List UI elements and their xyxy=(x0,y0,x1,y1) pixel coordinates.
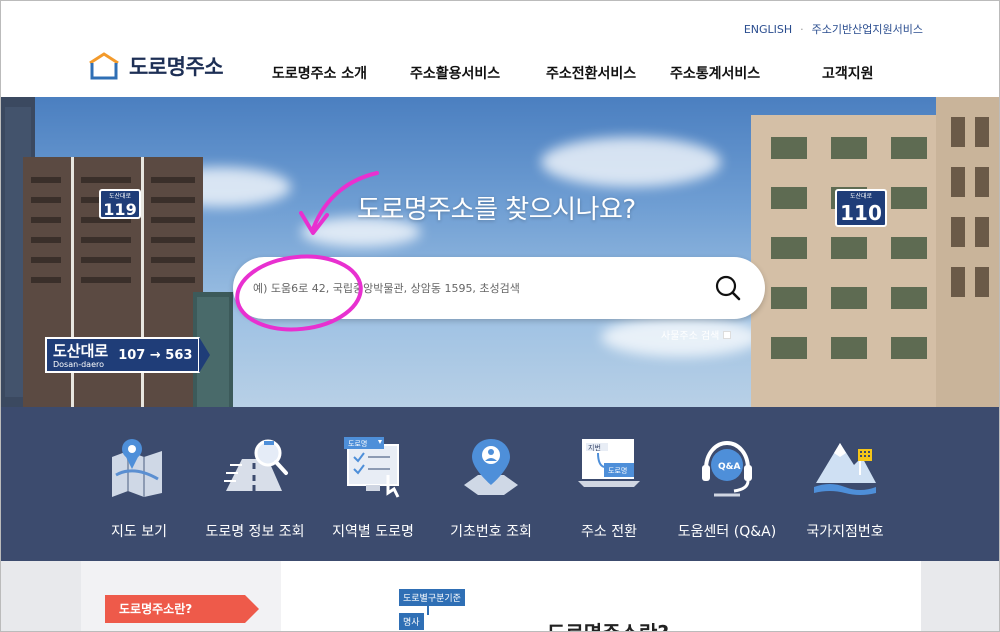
quick-national-point[interactable]: 국가지점번호 xyxy=(787,435,903,541)
road-search-icon xyxy=(224,439,288,491)
intro-content-panel: 도로명주소란? 도로별구분기준 명사 도로명주소란? xyxy=(81,561,921,631)
nav-conversion[interactable]: 주소전환서비스 xyxy=(546,63,636,83)
street-sign-119: 도산대로 119 xyxy=(99,189,141,219)
road-criteria-tag: 도로별구분기준 xyxy=(399,589,465,606)
address-convert-icon: 지번 도로명 xyxy=(578,439,640,487)
object-address-search-toggle[interactable]: 사물주소 검색 xyxy=(661,327,732,342)
separator: · xyxy=(800,22,804,36)
hero-title: 도로명주소를 찾으시나요? xyxy=(357,195,636,225)
english-link[interactable]: ENGLISH xyxy=(744,23,792,36)
address-search-input[interactable] xyxy=(253,276,693,300)
right-buildings-illustration xyxy=(751,97,999,407)
utility-links: ENGLISH · 주소기반산업지원서비스 xyxy=(744,21,923,37)
qa-icon-label: Q&A xyxy=(718,462,740,472)
intro-tag[interactable]: 도로명주소란? xyxy=(105,595,259,623)
nav-support[interactable]: 고객지원 xyxy=(822,63,874,83)
street-sign-110: 도산대로 110 xyxy=(835,189,887,227)
quick-menu: 지도 보기 도로명 정보 조회 도로명 지역별 도로명 기초번호 조회 지번 도… xyxy=(1,407,999,561)
object-address-label: 사물주소 검색 xyxy=(661,331,720,342)
industry-support-link[interactable]: 주소기반산업지원서비스 xyxy=(812,21,923,37)
main-nav: 도로명주소 소개 주소활용서비스 주소전환서비스 주소통계서비스 고객지원 xyxy=(1,63,999,83)
mountain-marker-icon xyxy=(814,443,876,495)
quick-region-roads[interactable]: 도로명 지역별 도로명 xyxy=(315,435,431,541)
content-heading: 도로명주소란? xyxy=(547,617,669,631)
region-icon-label: 도로명 xyxy=(348,439,367,448)
headset-icon: Q&A xyxy=(702,440,752,497)
convert-to-label: 도로명 xyxy=(608,466,627,475)
checkbox[interactable] xyxy=(723,330,732,339)
nav-intro[interactable]: 도로명주소 소개 xyxy=(272,63,367,83)
quick-map-view[interactable]: 지도 보기 xyxy=(81,435,197,541)
quick-address-convert[interactable]: 지번 도로명 주소 전환 xyxy=(551,435,667,541)
road-direction-sign: 도산대로 Dosan-daero 107 → 563 xyxy=(45,337,211,373)
map-icon xyxy=(112,439,162,497)
search-icon[interactable] xyxy=(713,273,743,303)
connector-line xyxy=(427,601,429,615)
nav-utilization[interactable]: 주소활용서비스 xyxy=(410,63,500,83)
noun-tag: 명사 xyxy=(399,613,424,630)
hero-banner: 도산대로 119 도산대로 110 도산대로 Dosan-daero 107 →… xyxy=(1,97,999,407)
page-frame: ENGLISH · 주소기반산업지원서비스 도로명주소 도로명주소 소개 주소활… xyxy=(0,0,1000,632)
quick-help-center[interactable]: Q&A 도움센터 (Q&A) xyxy=(669,435,785,541)
quick-base-number[interactable]: 기초번호 조회 xyxy=(433,435,549,541)
region-list-icon: 도로명 xyxy=(344,437,400,498)
address-search-box xyxy=(233,257,765,319)
site-header: ENGLISH · 주소기반산업지원서비스 도로명주소 도로명주소 소개 주소활… xyxy=(1,1,999,97)
convert-from-label: 지번 xyxy=(588,443,601,452)
cloud xyxy=(541,137,721,187)
nav-statistics[interactable]: 주소통계서비스 xyxy=(670,63,760,83)
quick-road-info[interactable]: 도로명 정보 조회 xyxy=(197,435,313,541)
location-pin-icon xyxy=(464,439,518,495)
